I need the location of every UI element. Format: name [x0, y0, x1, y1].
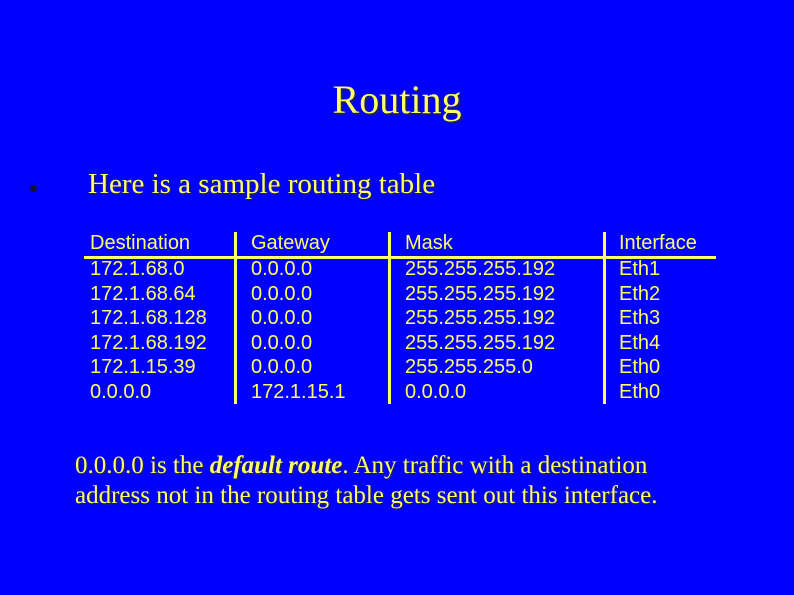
cell-gateway: 0.0.0.0 — [251, 282, 313, 305]
bullet-dot-icon — [30, 184, 37, 192]
cell-mask: 255.255.255.192 — [405, 331, 556, 354]
footer-line2: address not in the routing table gets se… — [75, 482, 658, 509]
cell-destination: 172.1.68.64 — [90, 282, 196, 305]
column-destination: Destination 172.1.68.0 172.1.68.64 172.1… — [90, 230, 207, 404]
cell-mask: 255.255.255.192 — [405, 258, 556, 280]
column-divider — [234, 232, 237, 404]
cell-gateway: 0.0.0.0 — [251, 307, 313, 329]
cell-mask: 255.255.255.192 — [405, 282, 556, 305]
cell-interface: Eth3 — [619, 307, 661, 329]
cell-interface: Eth2 — [619, 282, 661, 305]
cell-destination: 172.1.68.192 — [90, 331, 207, 354]
cell-gateway: 0.0.0.0 — [251, 356, 313, 378]
cell-destination: 172.1.68.128 — [90, 307, 207, 329]
bullet-item: Here is a sample routing table — [30, 164, 435, 204]
slide-title: Routing — [332, 77, 462, 122]
cell-mask: 255.255.255.0 — [405, 356, 533, 378]
bullet-text: Here is a sample routing table — [88, 168, 436, 200]
column-gateway: Gateway 0.0.0.0 0.0.0.0 0.0.0.0 0.0.0.0 … — [251, 230, 346, 404]
column-divider — [388, 232, 391, 404]
cell-interface: Eth0 — [619, 380, 661, 403]
cell-mask: 255.255.255.192 — [405, 307, 556, 329]
cell-interface: Eth0 — [619, 356, 661, 378]
header-gateway: Gateway — [251, 232, 330, 254]
cell-gateway: 0.0.0.0 — [251, 258, 313, 280]
cell-destination: 172.1.15.39 — [90, 356, 196, 378]
footer-emphasis: default route — [209, 452, 343, 479]
header-destination: Destination — [90, 232, 191, 254]
cell-gateway: 0.0.0.0 — [251, 331, 313, 354]
cell-destination: 172.1.68.0 — [90, 258, 185, 280]
column-interface: Interface Eth1 Eth2 Eth3 Eth4 Eth0 Eth0 — [619, 230, 697, 404]
cell-interface: Eth1 — [619, 258, 661, 280]
cell-destination: 0.0.0.0 — [90, 380, 152, 403]
column-divider — [603, 232, 606, 404]
cell-gateway: 172.1.15.1 — [251, 380, 346, 403]
cell-mask: 0.0.0.0 — [405, 380, 467, 403]
cell-interface: Eth4 — [619, 331, 661, 354]
column-mask: Mask 255.255.255.192 255.255.255.192 255… — [405, 230, 555, 404]
footer-note: 0.0.0.0 is the default route. Any traffi… — [75, 451, 775, 511]
footer-line1-suffix: . Any traffic with a destination — [342, 452, 648, 479]
footer-prefix: 0.0.0.0 is the — [75, 452, 210, 479]
header-interface: Interface — [619, 232, 697, 254]
header-mask: Mask — [405, 232, 453, 254]
routing-table: Destination 172.1.68.0 172.1.68.64 172.1… — [84, 230, 716, 406]
